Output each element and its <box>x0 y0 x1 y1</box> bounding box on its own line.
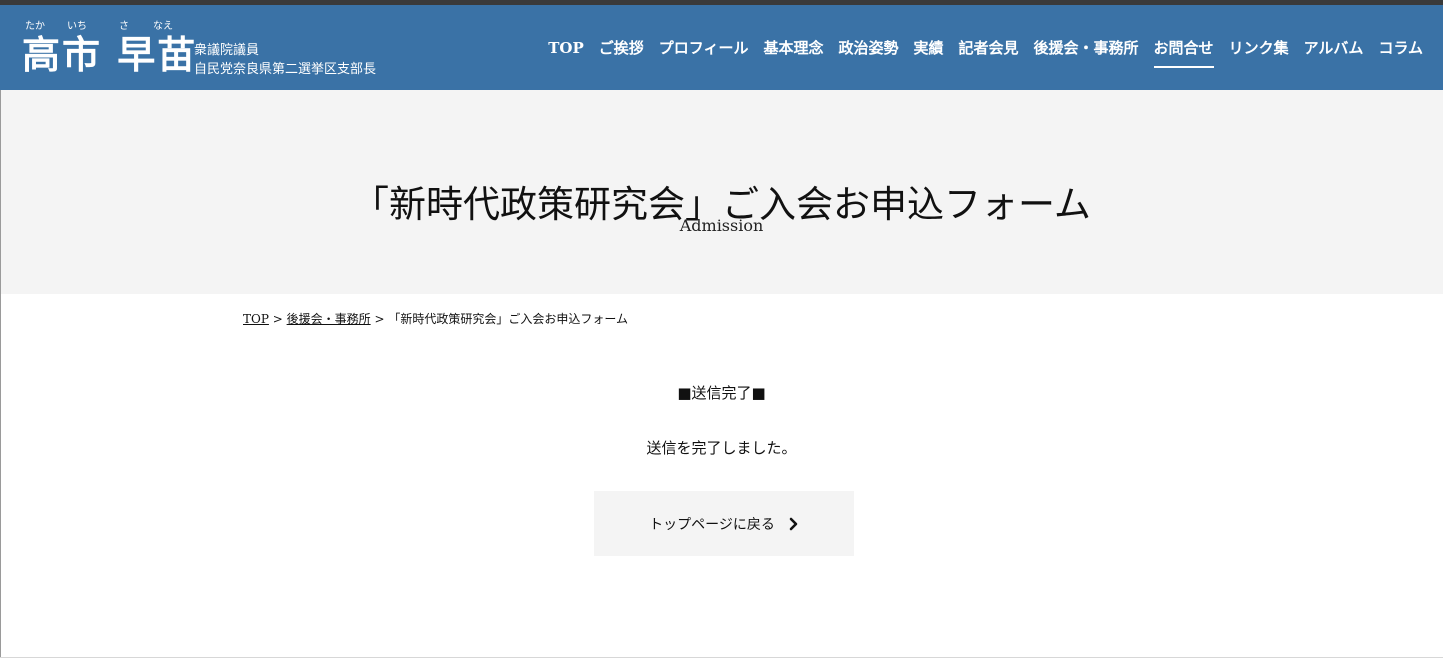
back-to-top-button[interactable]: トップページに戻る <box>594 491 854 556</box>
ruby-sa: さ <box>119 21 129 32</box>
nav-item-column[interactable]: コラム <box>1378 37 1423 58</box>
logo-subtitle: 衆議院議員 自民党奈良県第二選挙区支部長 <box>194 41 376 79</box>
breadcrumb-current: 「新時代政策研究会」ご入会お申込フォーム <box>388 312 628 326</box>
logo-ruby: たか いち さ なえ <box>22 17 182 32</box>
breadcrumb-separator: > <box>268 312 287 326</box>
main-nav: TOP ご挨拶 プロフィール 基本理念 政治姿勢 実績 記者会見 後援会・事務所… <box>533 5 1423 90</box>
nav-item-philosophy[interactable]: 基本理念 <box>763 37 823 58</box>
chevron-right-icon <box>789 517 799 531</box>
page-hero: 「新時代政策研究会」ご入会お申込フォーム Admission <box>0 90 1443 294</box>
logo-name: 高市 早苗 <box>22 33 198 77</box>
nav-item-links[interactable]: リンク集 <box>1229 37 1289 58</box>
site-header: たか いち さ なえ 高市 早苗 衆議院議員 自民党奈良県第二選挙区支部長 TO… <box>0 5 1443 90</box>
status-message: 送信を完了しました。 <box>646 439 797 457</box>
nav-item-political-stance[interactable]: 政治姿勢 <box>838 37 898 58</box>
nav-item-greeting[interactable]: ご挨拶 <box>599 37 644 58</box>
breadcrumb: TOP > 後援会・事務所 > 「新時代政策研究会」ご入会お申込フォーム <box>243 310 628 327</box>
logo-subtitle-line2: 自民党奈良県第二選挙区支部長 <box>194 62 377 77</box>
nav-item-press[interactable]: 記者会見 <box>959 37 1019 58</box>
back-to-top-label: トップページに戻る <box>649 516 775 533</box>
status-heading: ■送信完了■ <box>677 384 766 402</box>
logo-subtitle-line1: 衆議院議員 <box>194 43 260 58</box>
nav-item-top[interactable]: TOP <box>548 39 584 57</box>
breadcrumb-parent-link[interactable]: 後援会・事務所 <box>287 312 371 326</box>
nav-item-achievements[interactable]: 実績 <box>914 37 944 58</box>
nav-item-support-office[interactable]: 後援会・事務所 <box>1034 37 1139 58</box>
ruby-ichi: いち <box>67 21 87 32</box>
window-left-edge <box>0 90 1 657</box>
page-bottom-divider <box>0 657 1443 658</box>
nav-item-profile[interactable]: プロフィール <box>659 37 749 58</box>
page-subtitle: Admission <box>679 216 764 235</box>
ruby-taka: たか <box>25 21 45 32</box>
breadcrumb-separator: > <box>370 312 389 326</box>
nav-item-contact[interactable]: お問合せ <box>1153 37 1214 68</box>
breadcrumb-home-link[interactable]: TOP <box>243 312 269 326</box>
ruby-nae: なえ <box>153 21 173 32</box>
nav-item-album[interactable]: アルバム <box>1304 37 1364 58</box>
